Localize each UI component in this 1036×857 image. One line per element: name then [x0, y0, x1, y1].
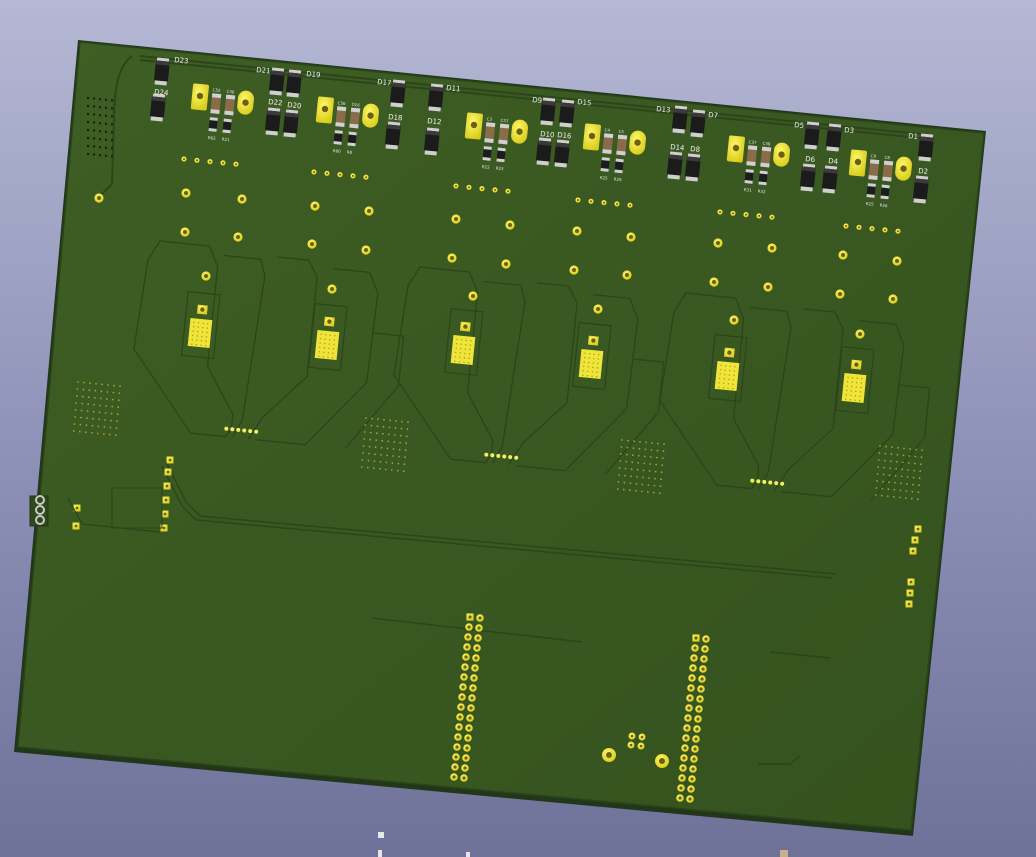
diode-label: D7: [708, 111, 719, 120]
diode-label: D4: [828, 157, 839, 166]
diode-label: D22: [268, 98, 283, 107]
diode-label: D10: [540, 130, 555, 139]
cap-label: D16: [351, 102, 360, 108]
diode-label: D5: [794, 121, 805, 130]
cap-label: C56: [337, 100, 346, 106]
diode-label: D20: [287, 101, 302, 110]
cap-label: C5: [618, 129, 624, 135]
3d-viewport[interactable]: D23 D24 D21 D19 D22 D20 D17 D18 D11 D12 D9 D15 D10 D1…: [0, 0, 1036, 857]
res-label: R31: [744, 187, 753, 193]
res-label: R60: [333, 148, 342, 154]
pcb-scene[interactable]: D23D24D21 D19D22 D20D17D18D11D12D9 D15D10 D1…: [0, 0, 1036, 857]
res-label: R62: [208, 135, 217, 141]
cap-label: C57: [500, 118, 509, 124]
cap-label: C52: [212, 87, 221, 93]
res-label: R25: [866, 201, 875, 207]
diode-label: D19: [306, 70, 321, 79]
cap-label: C37: [748, 139, 757, 145]
bottom-parts: [378, 832, 788, 857]
cap-label: C4: [604, 127, 610, 133]
res-label: R21: [222, 136, 231, 142]
res-label: R26: [880, 202, 889, 208]
diode-label: D11: [446, 84, 461, 93]
diode-label: D12: [427, 117, 442, 126]
diode-label: D1: [908, 132, 919, 141]
cap-label: C3: [486, 116, 492, 122]
diode-label: D14: [670, 143, 686, 152]
res-label: R29: [614, 176, 623, 182]
cap-label: C36: [226, 89, 235, 95]
diode-label: D6: [805, 155, 816, 164]
diode-label: D17: [377, 78, 392, 87]
diode-label: D2: [918, 167, 929, 176]
diode-label: D3: [844, 126, 855, 135]
res-label: R22: [482, 164, 491, 170]
res-label: R23: [496, 165, 505, 171]
res-label: R25: [600, 175, 609, 181]
diode-label: D15: [577, 98, 592, 107]
cap-label: C38: [762, 141, 771, 147]
cap-label: C9: [870, 153, 876, 159]
res-label: R32: [758, 188, 767, 194]
diode-label: D21: [256, 66, 271, 75]
diode-label: D13: [656, 105, 671, 114]
diode-label: D23: [174, 56, 189, 65]
diode-label: D24: [154, 88, 170, 97]
diode-label: D16: [557, 131, 573, 140]
diode-label: D9: [532, 96, 543, 105]
diode-label: D8: [690, 145, 701, 154]
diode-label: D18: [388, 113, 403, 122]
res-label: R8: [347, 149, 353, 155]
cap-label: C8: [884, 155, 890, 161]
